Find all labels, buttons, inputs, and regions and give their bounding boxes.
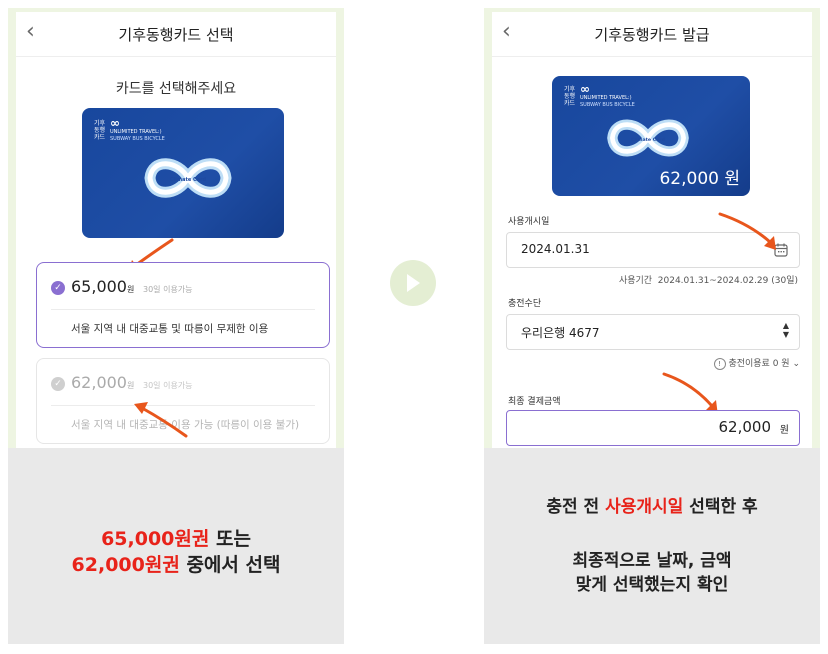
annotation-arrow — [718, 212, 776, 250]
caption-line: 최종적으로 날짜, 금액 — [572, 551, 732, 571]
caption-line: 62,000원권 중에서 선택 — [71, 554, 281, 576]
charge-method-value: 우리은행 4677 — [521, 326, 600, 340]
card-price: 62,000 원 — [659, 169, 740, 189]
option-price: 65,000 — [71, 277, 127, 296]
caption-line: 충전 전 사용개시일 선택한 후 — [546, 497, 758, 517]
infinity-logo-icon: Climate Card — [144, 158, 232, 198]
usage-period: 사용기간 2024.01.31~2024.02.29 (30일) — [618, 276, 798, 286]
instruction-text: 카드를 선택해주세요 — [115, 81, 237, 97]
check-circle-icon: ✓ — [51, 281, 65, 295]
infinity-mini-icon: ∞ — [110, 116, 120, 130]
card-select-screen: ‹ 기후동행카드 선택 카드를 선택해주세요 기후 동행 카드 ∞ UNLIMI… — [16, 12, 336, 452]
card-brand-sub: SUBWAY BUS BICYCLE — [110, 136, 165, 142]
start-date-label: 사용개시일 — [508, 217, 550, 227]
header: ‹ 기후동행카드 선택 — [16, 12, 336, 57]
caption-box: 65,000원권 또는 62,000원권 중에서 선택 — [8, 448, 344, 644]
fee-text: 충전이용료 0 원 — [728, 359, 790, 369]
start-date-value: 2024.01.31 — [521, 242, 590, 256]
charge-method-select[interactable]: 우리은행 4677 ▲ ▼ — [506, 314, 800, 350]
infinity-mini-icon: ∞ — [580, 82, 590, 96]
page-title: 기후동행카드 선택 — [118, 26, 234, 44]
final-amount-field: 62,000 원 — [506, 410, 800, 446]
svg-text:Climate Card: Climate Card — [170, 177, 207, 183]
option-won: 원 — [127, 381, 135, 390]
caption-line: 맞게 선택했는지 확인 — [575, 575, 729, 595]
card-brand-en: UNLIMITED TRAVEL:) — [580, 95, 632, 101]
left-panel: ‹ 기후동행카드 선택 카드를 선택해주세요 기후 동행 카드 ∞ UNLIMI… — [8, 8, 344, 644]
caption-box: 충전 전 사용개시일 선택한 후 최종적으로 날짜, 금액 맞게 선택했는지 확… — [484, 448, 820, 644]
option-description: 서울 지역 내 대중교통 및 따릉이 무제한 이용 — [71, 323, 269, 335]
option-price: 62,000 — [71, 373, 127, 392]
card-issue-screen: ‹ 기후동행카드 발급 기후 동행 카드 ∞ UNLIMITED TRAVEL:… — [492, 12, 812, 452]
annotation-arrow — [134, 402, 188, 438]
card-brand-en: UNLIMITED TRAVEL:) — [110, 129, 162, 135]
climate-card-image: 기후 동행 카드 ∞ UNLIMITED TRAVEL:) SUBWAY BUS… — [552, 76, 750, 196]
divider — [51, 309, 315, 310]
final-amount-value: 62,000 — [718, 418, 772, 436]
page-title: 기후동행카드 발급 — [594, 26, 710, 44]
play-arrow-icon — [390, 260, 436, 306]
right-panel: ‹ 기후동행카드 발급 기후 동행 카드 ∞ UNLIMITED TRAVEL:… — [484, 8, 820, 644]
check-circle-icon: ✓ — [51, 377, 65, 391]
climate-card-image: 기후 동행 카드 ∞ UNLIMITED TRAVEL:) SUBWAY BUS… — [82, 108, 284, 238]
caption-line: 65,000원권 또는 — [101, 528, 251, 550]
svg-text:Climate Card: Climate Card — [631, 137, 665, 143]
card-brand-ko: 기후 동행 카드 — [94, 120, 106, 141]
option-period: 30일 이용가능 — [143, 381, 193, 390]
chevron-down-icon: ⌄ — [792, 359, 800, 369]
infinity-logo-icon: Climate Card — [607, 119, 689, 157]
option-won: 원 — [127, 285, 135, 294]
card-brand-ko: 기후 동행 카드 — [564, 86, 576, 107]
option-65000[interactable]: ✓ 65,000 원 30일 이용가능 서울 지역 내 대중교통 및 따릉이 무… — [36, 262, 330, 348]
final-amount-label: 최종 결제금액 — [508, 397, 561, 407]
option-period: 30일 이용가능 — [143, 285, 193, 294]
header: ‹ 기후동행카드 발급 — [492, 12, 812, 57]
final-amount-unit: 원 — [779, 425, 789, 436]
updown-caret-icon: ▲ ▼ — [782, 321, 789, 339]
charge-method-label: 충전수단 — [508, 299, 542, 309]
